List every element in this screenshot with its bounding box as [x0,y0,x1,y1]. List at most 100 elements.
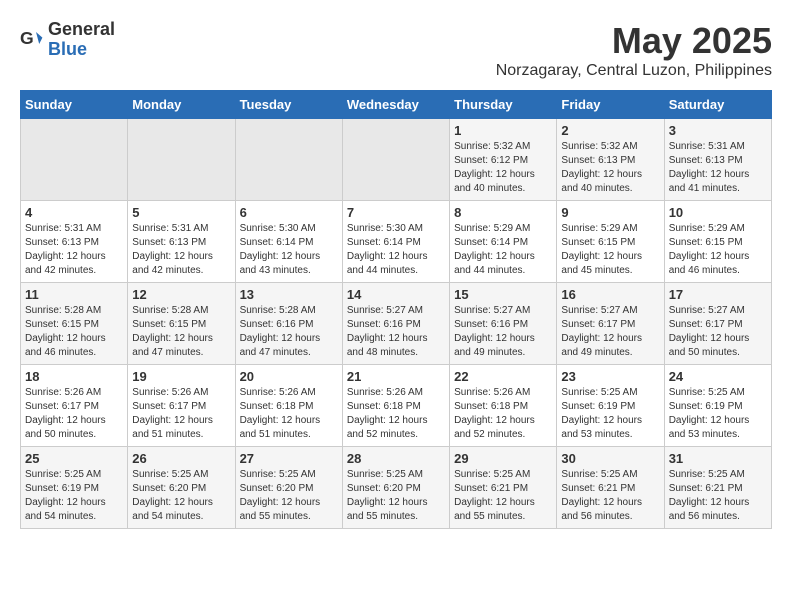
day-info: Sunrise: 5:25 AM Sunset: 6:19 PM Dayligh… [669,386,767,442]
week-row-0: 1Sunrise: 5:32 AM Sunset: 6:12 PM Daylig… [21,119,772,201]
day-info: Sunrise: 5:31 AM Sunset: 6:13 PM Dayligh… [132,222,230,278]
header-sunday: Sunday [21,91,128,119]
day-info: Sunrise: 5:25 AM Sunset: 6:20 PM Dayligh… [347,468,445,524]
calendar-cell: 5 Sunrise: 5:31 AM Sunset: 6:13 PM Daylig… [128,201,235,283]
calendar-cell: 4 Sunrise: 5:31 AM Sunset: 6:13 PM Daylig… [21,201,128,283]
day-info: Sunrise: 5:31 AM Sunset: 6:13 PM Dayligh… [25,222,123,278]
calendar-cell: 17 Sunrise: 5:27 AM Sunset: 6:17 PM Dayli… [664,283,771,365]
calendar-cell: 23 Sunrise: 5:25 AM Sunset: 6:19 PM Dayli… [557,365,664,447]
calendar-cell [128,119,235,201]
day-number: 23 [561,369,659,384]
calendar-cell: 14Sunrise: 5:27 AM Sunset: 6:16 PM Dayli… [342,283,449,365]
calendar-cell: 13Sunrise: 5:28 AM Sunset: 6:16 PM Dayli… [235,283,342,365]
day-info: Sunrise: 5:27 AM Sunset: 6:16 PM Dayligh… [347,304,445,360]
day-number: 27 [240,451,338,466]
main-title: May 2025 [496,20,772,62]
day-number: 17 [669,287,767,302]
day-number: 31 [669,451,767,466]
day-number: 26 [132,451,230,466]
day-info: Sunrise: 5:25 AM Sunset: 6:21 PM Dayligh… [669,468,767,524]
day-number: 8 [454,205,552,220]
day-info: Sunrise: 5:26 AM Sunset: 6:18 PM Dayligh… [454,386,552,442]
day-number: 3 [669,123,767,138]
day-number: 10 [669,205,767,220]
week-row-2: 11 Sunrise: 5:28 AM Sunset: 6:15 PM Dayli… [21,283,772,365]
day-number: 5 [132,205,230,220]
day-info: Sunrise: 5:31 AM Sunset: 6:13 PM Dayligh… [669,140,767,196]
day-info: Sunrise: 5:29 AM Sunset: 6:15 PM Dayligh… [669,222,767,278]
day-number: 12 [132,287,230,302]
calendar-cell: 9 Sunrise: 5:29 AM Sunset: 6:15 PM Daylig… [557,201,664,283]
day-info: Sunrise: 5:26 AM Sunset: 6:18 PM Dayligh… [347,386,445,442]
header-wednesday: Wednesday [342,91,449,119]
calendar-table: SundayMondayTuesdayWednesdayThursdayFrid… [20,90,772,529]
header-friday: Friday [557,91,664,119]
calendar-cell: 30 Sunrise: 5:25 AM Sunset: 6:21 PM Dayli… [557,447,664,529]
day-info: Sunrise: 5:25 AM Sunset: 6:21 PM Dayligh… [561,468,659,524]
header-monday: Monday [128,91,235,119]
calendar-cell: 24 Sunrise: 5:25 AM Sunset: 6:19 PM Dayli… [664,365,771,447]
day-info: Sunrise: 5:26 AM Sunset: 6:17 PM Dayligh… [132,386,230,442]
day-info: Sunrise: 5:25 AM Sunset: 6:19 PM Dayligh… [561,386,659,442]
calendar-cell: 16 Sunrise: 5:27 AM Sunset: 6:17 PM Dayli… [557,283,664,365]
calendar-cell: 8Sunrise: 5:29 AM Sunset: 6:14 PM Daylig… [450,201,557,283]
calendar-body: 1Sunrise: 5:32 AM Sunset: 6:12 PM Daylig… [21,119,772,529]
day-info: Sunrise: 5:25 AM Sunset: 6:20 PM Dayligh… [240,468,338,524]
day-info: Sunrise: 5:25 AM Sunset: 6:19 PM Dayligh… [25,468,123,524]
day-info: Sunrise: 5:25 AM Sunset: 6:21 PM Dayligh… [454,468,552,524]
calendar-cell [235,119,342,201]
day-number: 4 [25,205,123,220]
day-info: Sunrise: 5:30 AM Sunset: 6:14 PM Dayligh… [347,222,445,278]
day-info: Sunrise: 5:29 AM Sunset: 6:15 PM Dayligh… [561,222,659,278]
day-number: 25 [25,451,123,466]
title-area: May 2025 Norzagaray, Central Luzon, Phil… [496,20,772,80]
header: G General Blue May 2025 Norzagaray, Cent… [20,20,772,80]
week-row-4: 25 Sunrise: 5:25 AM Sunset: 6:19 PM Dayli… [21,447,772,529]
calendar-cell: 3 Sunrise: 5:31 AM Sunset: 6:13 PM Daylig… [664,119,771,201]
day-info: Sunrise: 5:27 AM Sunset: 6:17 PM Dayligh… [669,304,767,360]
day-number: 28 [347,451,445,466]
day-info: Sunrise: 5:27 AM Sunset: 6:17 PM Dayligh… [561,304,659,360]
day-number: 20 [240,369,338,384]
day-info: Sunrise: 5:32 AM Sunset: 6:13 PM Dayligh… [561,140,659,196]
subtitle: Norzagaray, Central Luzon, Philippines [496,62,772,80]
logo-blue: Blue [48,40,115,60]
calendar-cell: 18Sunrise: 5:26 AM Sunset: 6:17 PM Dayli… [21,365,128,447]
day-number: 9 [561,205,659,220]
calendar-cell: 2 Sunrise: 5:32 AM Sunset: 6:13 PM Daylig… [557,119,664,201]
logo-icon: G [20,28,44,52]
day-number: 22 [454,369,552,384]
day-number: 7 [347,205,445,220]
day-number: 24 [669,369,767,384]
day-number: 16 [561,287,659,302]
day-info: Sunrise: 5:26 AM Sunset: 6:18 PM Dayligh… [240,386,338,442]
logo: G General Blue [20,20,115,60]
calendar-cell: 29Sunrise: 5:25 AM Sunset: 6:21 PM Dayli… [450,447,557,529]
logo-general: General [48,20,115,40]
day-number: 2 [561,123,659,138]
calendar-cell: 1Sunrise: 5:32 AM Sunset: 6:12 PM Daylig… [450,119,557,201]
calendar-cell: 15Sunrise: 5:27 AM Sunset: 6:16 PM Dayli… [450,283,557,365]
calendar-header-row: SundayMondayTuesdayWednesdayThursdayFrid… [21,91,772,119]
calendar-cell: 6 Sunrise: 5:30 AM Sunset: 6:14 PM Daylig… [235,201,342,283]
calendar-cell: 28 Sunrise: 5:25 AM Sunset: 6:20 PM Dayli… [342,447,449,529]
day-info: Sunrise: 5:30 AM Sunset: 6:14 PM Dayligh… [240,222,338,278]
calendar-cell: 20 Sunrise: 5:26 AM Sunset: 6:18 PM Dayli… [235,365,342,447]
calendar-cell [342,119,449,201]
day-number: 19 [132,369,230,384]
header-tuesday: Tuesday [235,91,342,119]
day-info: Sunrise: 5:26 AM Sunset: 6:17 PM Dayligh… [25,386,123,442]
day-number: 15 [454,287,552,302]
day-number: 11 [25,287,123,302]
calendar-cell: 26 Sunrise: 5:25 AM Sunset: 6:20 PM Dayli… [128,447,235,529]
calendar-cell: 19 Sunrise: 5:26 AM Sunset: 6:17 PM Dayli… [128,365,235,447]
calendar-cell: 7 Sunrise: 5:30 AM Sunset: 6:14 PM Daylig… [342,201,449,283]
day-info: Sunrise: 5:28 AM Sunset: 6:15 PM Dayligh… [25,304,123,360]
day-number: 30 [561,451,659,466]
svg-text:G: G [20,28,34,48]
calendar-cell: 27 Sunrise: 5:25 AM Sunset: 6:20 PM Dayli… [235,447,342,529]
calendar-cell: 10 Sunrise: 5:29 AM Sunset: 6:15 PM Dayli… [664,201,771,283]
calendar-cell [21,119,128,201]
day-number: 6 [240,205,338,220]
day-info: Sunrise: 5:25 AM Sunset: 6:20 PM Dayligh… [132,468,230,524]
